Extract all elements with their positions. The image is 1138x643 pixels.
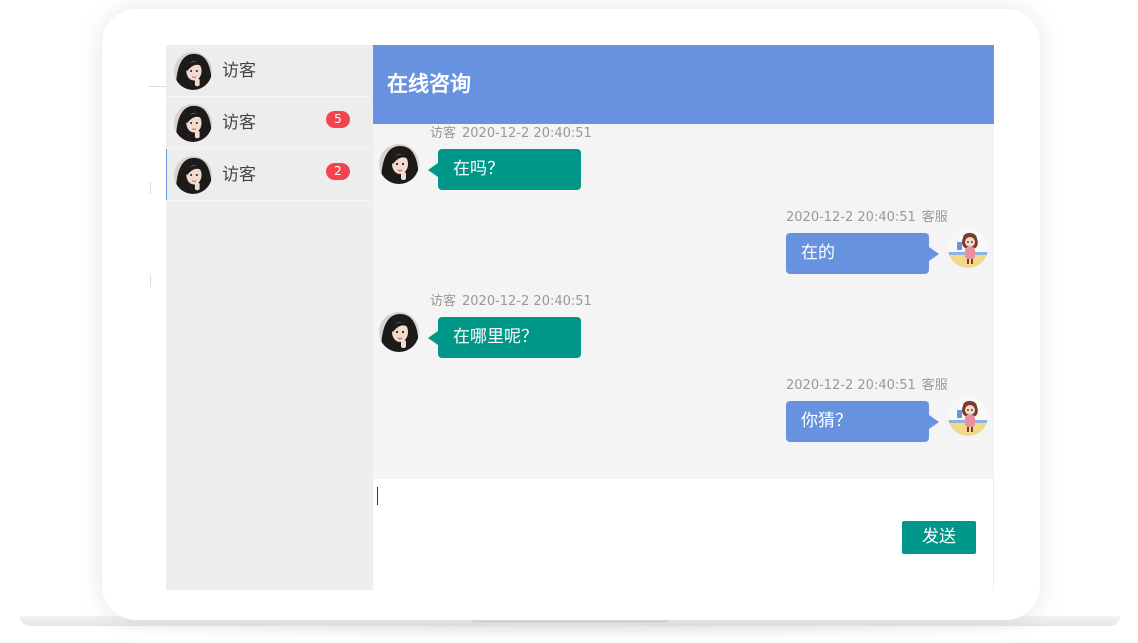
sidebar-item-visitor-2[interactable]: 访客 5 [166,97,371,149]
edge-mark [150,275,151,287]
agent-avatar-icon [948,228,988,268]
message-item: 访客 2020-12-2 20:40:51 在哪里呢？ [373,292,994,372]
message-meta: 访客 2020-12-2 20:40:51 [430,294,592,310]
chat-header: 在线咨询 [373,45,994,124]
message-item: 2020-12-2 20:40:51 客服 在的 [373,208,994,288]
visitor-avatar-icon [379,144,419,184]
message-meta: 2020-12-2 20:40:51 客服 [786,378,948,394]
send-button[interactable]: 发送 [902,521,976,554]
conversation-sidebar: 访客 访客 5 访客 2 [166,45,373,590]
chat-panel: 在线咨询 访客 2020-12-2 20:40:51 在吗？ 2020-12-2 … [373,45,994,590]
message-sender: 访客 [430,126,457,141]
message-bubble: 在哪里呢？ [428,317,581,358]
message-list[interactable]: 访客 2020-12-2 20:40:51 在吗？ 2020-12-2 20:40… [373,124,994,479]
message-sender: 访客 [430,294,457,309]
sidebar-item-visitor-3[interactable]: 访客 2 [166,149,371,201]
message-time: 2020-12-2 20:40:51 [786,210,916,225]
edge-mark [150,182,151,194]
sidebar-item-label: 访客 [222,61,256,81]
message-meta: 访客 2020-12-2 20:40:51 [430,126,592,142]
chat-title: 在线咨询 [387,72,471,96]
message-time: 2020-12-2 20:40:51 [462,126,592,141]
message-meta: 2020-12-2 20:40:51 客服 [786,210,948,226]
unread-badge: 5 [326,111,350,128]
visitor-avatar-icon [174,104,212,142]
message-time: 2020-12-2 20:40:51 [786,378,916,393]
message-item: 访客 2020-12-2 20:40:51 在吗？ [373,124,994,204]
compose-area: 发送 [373,479,994,590]
message-bubble: 在的 [786,233,939,274]
message-sender: 客服 [921,378,948,393]
sidebar-item-visitor-1[interactable]: 访客 [166,45,371,97]
message-sender: 客服 [921,210,948,225]
visitor-avatar-icon [174,52,212,90]
agent-avatar-icon [948,396,988,436]
visitor-avatar-icon [174,156,212,194]
unread-badge: 2 [326,163,350,180]
visitor-avatar-icon [379,312,419,352]
message-input[interactable] [376,485,896,515]
sidebar-item-label: 访客 [222,165,256,185]
chat-app: 访客 访客 5 访客 2 在线咨询 访客 2020-12-2 20:40:51 在… [166,45,994,590]
sidebar-item-label: 访客 [222,113,256,133]
edge-mark [148,86,166,87]
message-item: 2020-12-2 20:40:51 客服 你猜？ [373,376,994,456]
message-bubble: 在吗？ [428,149,581,190]
message-bubble: 你猜？ [786,401,939,442]
message-time: 2020-12-2 20:40:51 [462,294,592,309]
